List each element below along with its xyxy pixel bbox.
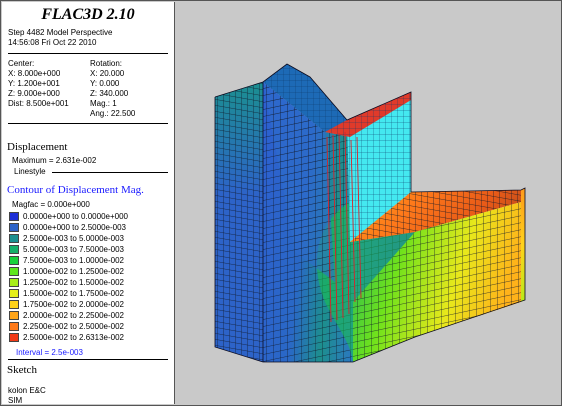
legend-label: 0.0000e+000 to 0.0000e+000 [23, 212, 128, 221]
legend-label: 2.2500e-002 to 2.5000e-002 [23, 322, 124, 331]
legend-swatch [9, 311, 19, 320]
model-render [214, 63, 526, 363]
legend-swatch [9, 300, 19, 309]
divider [8, 53, 168, 54]
legend-swatch [9, 278, 19, 287]
legend-label: 5.0000e-003 to 7.5000e-003 [23, 245, 124, 254]
center-x: X: 8.000e+000 [8, 69, 61, 78]
divider [8, 123, 168, 124]
divider [8, 359, 168, 360]
legend-swatch [9, 256, 19, 265]
displacement-heading: Displacement [7, 141, 68, 153]
legend-swatch [9, 289, 19, 298]
legend-label: 2.5000e-002 to 2.6313e-002 [23, 333, 124, 342]
legend-label: 1.7500e-002 to 2.0000e-002 [23, 300, 124, 309]
rotation-z: Z: 340.000 [90, 89, 129, 98]
rotation-y: Y: 0.000 [90, 79, 120, 88]
step-line: Step 4482 Model Perspective [8, 28, 113, 37]
legend-swatch [9, 333, 19, 342]
legend-label: 1.5000e-002 to 1.7500e-002 [23, 289, 124, 298]
legend-panel: FLAC3D 2.10 Step 4482 Model Perspective … [2, 2, 175, 404]
distance: Dist: 8.500e+001 [8, 99, 69, 108]
linestyle-sample [52, 172, 168, 173]
legend-swatch [9, 234, 19, 243]
linestyle-label: Linestyle [14, 167, 46, 176]
displacement-maximum: Maximum = 2.631e-002 [12, 156, 97, 165]
legend-swatch [9, 245, 19, 254]
sketch-line-2: SIM [8, 396, 23, 404]
magfac-label: Magfac = 0.000e+000 [12, 200, 90, 209]
center-y: Y: 1.200e+001 [8, 79, 60, 88]
magnification: Mag.: 1 [90, 99, 117, 108]
center-label: Center: [8, 59, 35, 68]
legend-label: 2.0000e-002 to 2.2500e-002 [23, 311, 124, 320]
legend-swatch [9, 212, 19, 221]
legend-swatch [9, 223, 19, 232]
rotation-x: X: 20.000 [90, 69, 125, 78]
legend-label: 7.5000e-003 to 1.0000e-002 [23, 256, 124, 265]
center-z: Z: 9.000e+000 [8, 89, 60, 98]
legend-label: 2.5000e-003 to 5.0000e-003 [23, 234, 124, 243]
sketch-line-1: kolon E&C [8, 386, 46, 395]
timestamp: 14:56:08 Fri Oct 22 2010 [8, 38, 97, 47]
legend-swatch [9, 322, 19, 331]
sketch-heading: Sketch [7, 364, 37, 376]
angle: Ang.: 22.500 [90, 109, 136, 118]
flac3d-window: FLAC3D 2.10 Step 4482 Model Perspective … [0, 0, 562, 406]
legend-label: 1.0000e-002 to 1.2500e-002 [23, 267, 124, 276]
legend-label: 0.0000e+000 to 2.5000e-003 [23, 223, 126, 232]
legend-label: 1.2500e-002 to 1.5000e-002 [23, 278, 124, 287]
model-viewport[interactable] [175, 2, 561, 404]
contour-heading: Contour of Displacement Mag. [7, 184, 144, 196]
legend-swatch [9, 267, 19, 276]
rotation-label: Rotation: [90, 59, 123, 68]
block-side [521, 188, 525, 302]
interval-label: Interval = 2.5e-003 [16, 348, 83, 357]
app-title: FLAC3D 2.10 [41, 6, 135, 23]
